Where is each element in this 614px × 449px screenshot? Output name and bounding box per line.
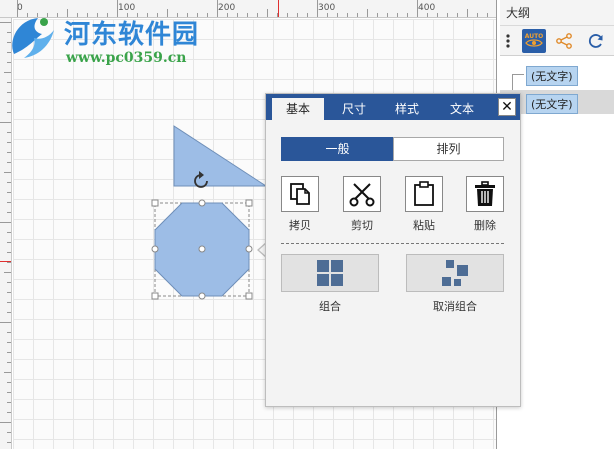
delete-label: 删除 (474, 219, 496, 232)
group-label: 组合 (319, 300, 341, 313)
tab-basic[interactable]: 基本 (272, 98, 324, 120)
trash-icon (475, 181, 495, 206)
app-root: 0 100 200 300 400 河东软件园 www.pc0359.cn 大纲… (0, 0, 614, 449)
paste-button[interactable]: 粘贴 (405, 176, 443, 233)
svg-text:AUTO: AUTO (525, 33, 544, 40)
tab-text[interactable]: 文本 (436, 98, 488, 120)
scissors-icon (349, 183, 375, 207)
tab-style[interactable]: 样式 (381, 98, 433, 120)
refresh-icon[interactable] (584, 29, 608, 53)
ungroup-label: 取消组合 (433, 300, 477, 313)
ungroup-button[interactable]: 取消组合 (406, 254, 504, 314)
cut-button[interactable]: 剪切 (343, 176, 381, 233)
copy-icon (290, 183, 310, 205)
watermark-logo: 河东软件园 www.pc0359.cn (4, 6, 214, 68)
copy-label: 拷贝 (289, 219, 311, 232)
triangle-shape[interactable] (173, 125, 268, 187)
popup-tab-bar: 基本 尺寸 样式 文本 ✕ (266, 94, 520, 120)
shape-property-popup: 基本 尺寸 样式 文本 ✕ 一般 排列 拷贝 剪切 粘贴 删除 组合 取消组合 (265, 93, 521, 407)
copy-button[interactable]: 拷贝 (281, 176, 319, 233)
tab-size[interactable]: 尺寸 (328, 98, 380, 120)
share-icon[interactable] (552, 29, 576, 53)
segment-arrange[interactable]: 排列 (393, 137, 504, 161)
outline-toolbar: AUTO (500, 26, 614, 56)
cut-label: 剪切 (351, 219, 373, 232)
auto-eye-icon[interactable]: AUTO (522, 29, 546, 53)
delete-button[interactable]: 删除 (466, 176, 504, 233)
group-button[interactable]: 组合 (281, 254, 379, 314)
outline-item[interactable]: (无文字) (500, 62, 614, 86)
outline-title: 大纲 (500, 0, 614, 26)
more-vertical-icon[interactable] (502, 29, 514, 53)
group-icon (317, 260, 343, 286)
section-divider (281, 243, 504, 244)
logo-url: www.pc0359.cn (66, 50, 187, 66)
tree-connector (512, 74, 524, 75)
close-icon[interactable]: ✕ (498, 98, 516, 116)
paste-label: 粘贴 (413, 219, 435, 232)
outline-item-label: (无文字) (526, 94, 578, 114)
logo-mark-icon (12, 18, 54, 58)
ungroup-icon (442, 260, 468, 286)
clipboard-icon (414, 181, 434, 206)
outline-item-label: (无文字) (526, 66, 578, 86)
segment-general[interactable]: 一般 (281, 137, 394, 161)
logo-title: 河东软件园 (64, 20, 200, 50)
